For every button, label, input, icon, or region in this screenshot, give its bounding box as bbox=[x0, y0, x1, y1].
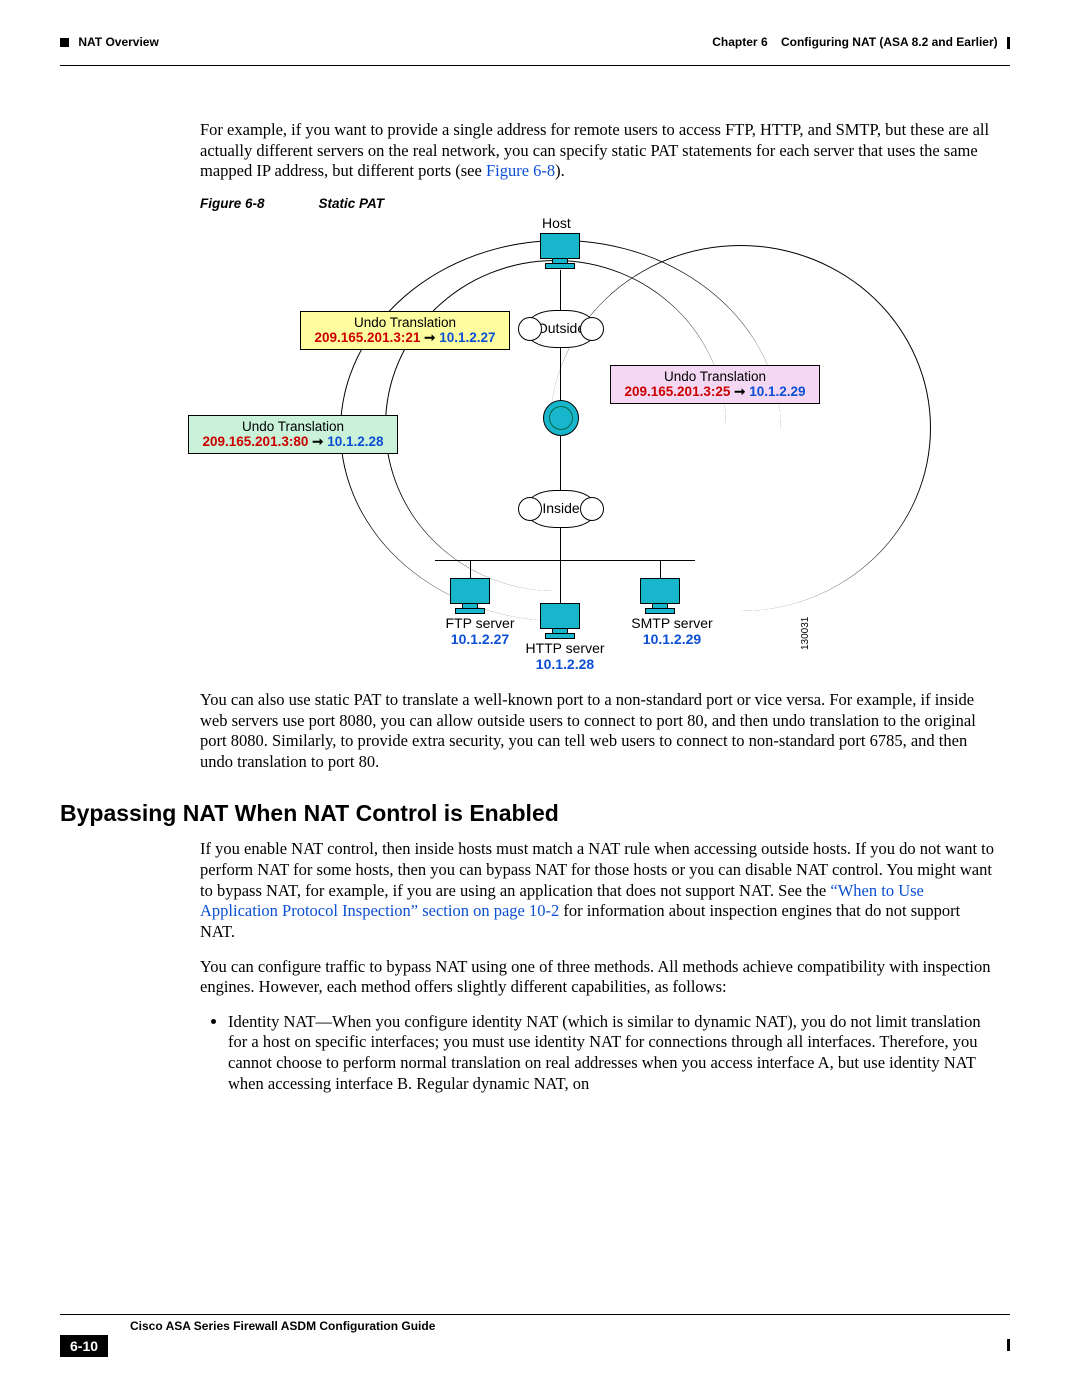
image-id: 130031 bbox=[800, 617, 811, 650]
figure-caption: Figure 6-8 Static PAT bbox=[200, 196, 995, 211]
header-section: NAT Overview bbox=[78, 35, 158, 49]
bullet-identity-nat: Identity NAT—When you configure identity… bbox=[228, 1012, 995, 1095]
running-header: Chapter 6 Configuring NAT (ASA 8.2 and E… bbox=[60, 35, 1010, 49]
asa-device-icon bbox=[543, 400, 579, 436]
para1-tail: ). bbox=[555, 161, 565, 180]
intro-paragraph: For example, if you want to provide a si… bbox=[200, 120, 995, 182]
arrow-icon: ➞ bbox=[424, 330, 439, 345]
callout-smtp: Undo Translation 209.165.201.3:25 ➞ 10.1… bbox=[610, 365, 820, 404]
http-server-icon bbox=[540, 603, 580, 637]
page-number: 6-10 bbox=[60, 1335, 108, 1357]
inside-label: Inside bbox=[542, 500, 579, 516]
header-left: NAT Overview bbox=[60, 35, 159, 49]
host-label: Host bbox=[542, 215, 571, 231]
ftp-text: FTP server bbox=[446, 615, 515, 631]
ftp-label: FTP server 10.1.2.27 bbox=[435, 615, 525, 647]
callout-http-src: 209.165.201.3:80 bbox=[203, 434, 309, 449]
drop-ftp bbox=[470, 560, 471, 580]
arrow-icon: ➞ bbox=[734, 384, 749, 399]
header-right: Chapter 6 Configuring NAT (ASA 8.2 and E… bbox=[712, 35, 1010, 49]
callout-ftp: Undo Translation 209.165.201.3:21 ➞ 10.1… bbox=[300, 311, 510, 350]
footer-bar-icon bbox=[1007, 1339, 1010, 1351]
inside-cloud: Inside bbox=[525, 490, 597, 528]
footer-guide: Cisco ASA Series Firewall ASDM Configura… bbox=[130, 1319, 1010, 1333]
figure-diagram: Host Outside Inside FTP server 10.1.2.27… bbox=[180, 215, 970, 680]
arc-right bbox=[550, 245, 931, 611]
para4: You can configure traffic to bypass NAT … bbox=[200, 957, 995, 998]
header-bar-icon bbox=[1007, 37, 1010, 49]
callout-http-dst: 10.1.2.28 bbox=[327, 434, 383, 449]
host-icon bbox=[540, 233, 580, 267]
http-text: HTTP server bbox=[525, 640, 604, 656]
smtp-ip: 10.1.2.29 bbox=[643, 631, 701, 647]
callout-ftp-dst: 10.1.2.27 bbox=[439, 330, 495, 345]
section-heading: Bypassing NAT When NAT Control is Enable… bbox=[60, 800, 995, 827]
figure-number: Figure 6-8 bbox=[200, 196, 265, 211]
header-rule bbox=[60, 65, 1010, 66]
callout-ftp-src: 209.165.201.3:21 bbox=[315, 330, 421, 345]
page: Chapter 6 Configuring NAT (ASA 8.2 and E… bbox=[0, 0, 1080, 1397]
header-square-icon bbox=[60, 38, 69, 47]
http-label: HTTP server 10.1.2.28 bbox=[515, 640, 615, 672]
chapter-number: Chapter 6 bbox=[712, 35, 767, 49]
smtp-server-icon bbox=[640, 578, 680, 612]
smtp-text: SMTP server bbox=[631, 615, 712, 631]
content-column: For example, if you want to provide a si… bbox=[200, 120, 995, 1100]
callout-smtp-dst: 10.1.2.29 bbox=[749, 384, 805, 399]
footer-rule bbox=[60, 1314, 1010, 1315]
bus-line bbox=[435, 560, 695, 561]
callout-ftp-title: Undo Translation bbox=[354, 315, 456, 330]
ftp-ip: 10.1.2.27 bbox=[451, 631, 509, 647]
callout-smtp-src: 209.165.201.3:25 bbox=[625, 384, 731, 399]
bullet-list: Identity NAT—When you configure identity… bbox=[200, 1012, 995, 1095]
outside-label: Outside bbox=[537, 320, 585, 336]
chapter-title: Configuring NAT (ASA 8.2 and Earlier) bbox=[781, 35, 998, 49]
figure-title: Static PAT bbox=[319, 196, 385, 211]
para1-text: For example, if you want to provide a si… bbox=[200, 120, 989, 180]
drop-http bbox=[560, 560, 561, 605]
smtp-label: SMTP server 10.1.2.29 bbox=[622, 615, 722, 647]
callout-smtp-title: Undo Translation bbox=[664, 369, 766, 384]
footer: Cisco ASA Series Firewall ASDM Configura… bbox=[60, 1314, 1010, 1357]
callout-http: Undo Translation 209.165.201.3:80 ➞ 10.1… bbox=[188, 415, 398, 454]
arrow-icon: ➞ bbox=[312, 434, 327, 449]
outside-cloud: Outside bbox=[525, 310, 597, 348]
para3: If you enable NAT control, then inside h… bbox=[200, 839, 995, 942]
para2: You can also use static PAT to translate… bbox=[200, 690, 995, 773]
drop-smtp bbox=[660, 560, 661, 580]
callout-http-title: Undo Translation bbox=[242, 419, 344, 434]
http-ip: 10.1.2.28 bbox=[536, 656, 594, 672]
ftp-server-icon bbox=[450, 578, 490, 612]
figure-ref-link[interactable]: Figure 6-8 bbox=[486, 161, 555, 180]
